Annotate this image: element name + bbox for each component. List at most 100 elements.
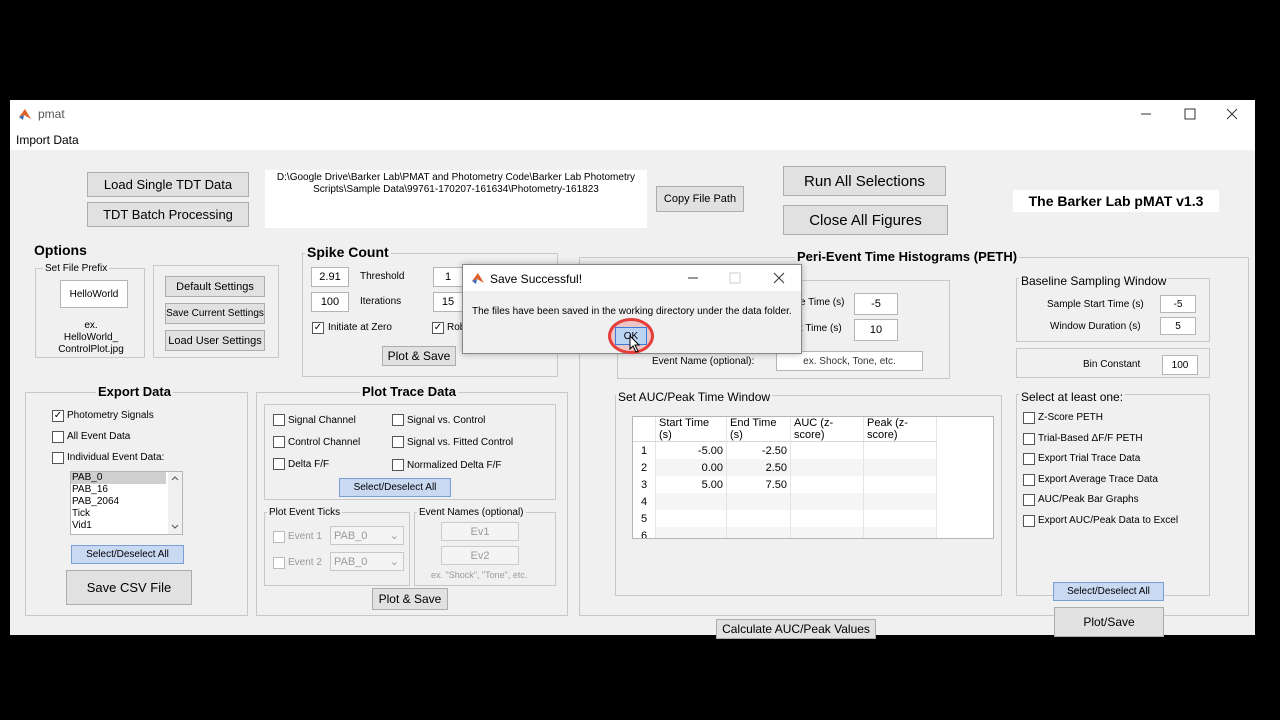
- start-time-cell[interactable]: [655, 527, 727, 538]
- close-icon[interactable]: [1224, 106, 1240, 122]
- peak-cell[interactable]: [863, 459, 937, 476]
- column-header[interactable]: Peak (z-score): [863, 417, 937, 442]
- end-time-cell[interactable]: -2.50: [726, 441, 791, 459]
- maximize-icon[interactable]: [727, 270, 743, 286]
- duration-input[interactable]: 10: [854, 319, 898, 341]
- initiate-zero-checkbox[interactable]: ✓: [312, 322, 324, 334]
- bin-constant-input[interactable]: 100: [1162, 355, 1198, 375]
- start-time-cell[interactable]: [655, 493, 727, 510]
- list-scrollbar[interactable]: [168, 472, 182, 534]
- peth-option-checkbox[interactable]: [1023, 494, 1035, 507]
- table-row[interactable]: 3 5.00 7.50: [633, 476, 937, 493]
- start-time-cell[interactable]: -5.00: [655, 441, 727, 459]
- normalized-delta-checkbox[interactable]: [392, 459, 404, 471]
- rob-checkbox[interactable]: ✓: [432, 322, 444, 334]
- iterations-input[interactable]: 100: [311, 292, 349, 312]
- threshold-second-input[interactable]: 1: [433, 267, 463, 287]
- calculate-auc-button[interactable]: Calculate AUC/Peak Values: [716, 619, 876, 639]
- table-row[interactable]: 4: [633, 493, 937, 510]
- run-all-selections-button[interactable]: Run All Selections: [783, 166, 946, 196]
- event2-checkbox[interactable]: [273, 557, 285, 569]
- end-time-cell[interactable]: 2.50: [726, 459, 791, 476]
- end-time-cell[interactable]: [726, 493, 791, 510]
- peak-cell[interactable]: [863, 527, 937, 538]
- end-time-cell[interactable]: [726, 527, 791, 538]
- auc-cell[interactable]: [790, 441, 864, 459]
- maximize-icon[interactable]: [1182, 106, 1198, 122]
- trace-plot-save-button[interactable]: Plot & Save: [372, 588, 448, 610]
- list-item[interactable]: PAB_0: [71, 472, 166, 484]
- load-user-settings-button[interactable]: Load User Settings: [165, 330, 265, 351]
- start-time-cell[interactable]: 5.00: [655, 476, 727, 493]
- trace-select-all-button[interactable]: Select/Deselect All: [339, 478, 451, 497]
- peth-option-checkbox[interactable]: [1023, 453, 1035, 466]
- list-item[interactable]: PAB_2064: [71, 496, 182, 508]
- delta-ff-checkbox[interactable]: [273, 458, 285, 470]
- close-icon[interactable]: [771, 270, 787, 286]
- peth-option-checkbox[interactable]: [1023, 473, 1035, 486]
- peak-cell[interactable]: [863, 510, 937, 527]
- column-header[interactable]: AUC (z-score): [790, 417, 864, 442]
- column-header[interactable]: End Time (s): [726, 417, 791, 442]
- close-all-figures-button[interactable]: Close All Figures: [783, 205, 948, 235]
- event-name-input[interactable]: ex. Shock, Tone, etc.: [776, 351, 923, 371]
- load-single-tdt-button[interactable]: Load Single TDT Data: [87, 172, 249, 197]
- auc-cell[interactable]: [790, 459, 864, 476]
- default-settings-button[interactable]: Default Settings: [165, 276, 265, 297]
- export-select-all-button[interactable]: Select/Deselect All: [71, 545, 184, 564]
- peth-select-all-button[interactable]: Select/Deselect All: [1053, 582, 1164, 601]
- table-row[interactable]: 5: [633, 510, 937, 527]
- save-csv-button[interactable]: Save CSV File: [66, 570, 192, 605]
- iterations-second-input[interactable]: 15: [433, 292, 463, 312]
- list-item[interactable]: PAB_16: [71, 484, 182, 496]
- signal-channel-checkbox[interactable]: [273, 414, 285, 426]
- individual-event-data-checkbox[interactable]: [52, 452, 64, 464]
- auc-table[interactable]: Start Time (s) End Time (s) AUC (z-score…: [632, 416, 994, 539]
- sample-start-input[interactable]: -5: [1160, 295, 1196, 313]
- copy-file-path-button[interactable]: Copy File Path: [656, 186, 744, 212]
- file-prefix-input[interactable]: HelloWorld: [60, 280, 128, 308]
- save-current-settings-button[interactable]: Save Current Settings: [165, 303, 265, 324]
- peak-cell[interactable]: [863, 493, 937, 510]
- peth-option-checkbox[interactable]: [1023, 515, 1035, 527]
- spike-plot-save-button[interactable]: Plot & Save: [382, 346, 456, 366]
- end-time-cell[interactable]: 7.50: [726, 476, 791, 493]
- table-row[interactable]: 1 -5.00 -2.50: [633, 441, 937, 459]
- photometry-signals-checkbox[interactable]: ✓: [52, 410, 64, 422]
- all-event-data-checkbox[interactable]: [52, 431, 64, 443]
- peth-plot-save-button[interactable]: Plot/Save: [1054, 607, 1164, 637]
- start-time-cell[interactable]: [655, 510, 727, 527]
- peak-cell[interactable]: [863, 441, 937, 459]
- window-duration-input[interactable]: 5: [1160, 317, 1196, 335]
- auc-cell[interactable]: [790, 510, 864, 527]
- menu-import-data[interactable]: Import Data: [16, 133, 79, 147]
- minimize-icon[interactable]: [1138, 106, 1154, 122]
- tdt-batch-button[interactable]: TDT Batch Processing: [87, 202, 249, 227]
- peth-option-checkbox[interactable]: [1023, 412, 1035, 424]
- table-row[interactable]: 2 0.00 2.50: [633, 459, 937, 476]
- file-path-display: D:\Google Drive\Barker Lab\PMAT and Phot…: [265, 170, 647, 228]
- control-channel-checkbox[interactable]: [273, 436, 285, 448]
- event1-checkbox[interactable]: [273, 531, 285, 543]
- peak-cell[interactable]: [863, 476, 937, 493]
- signal-vs-control-checkbox[interactable]: [392, 414, 404, 426]
- minimize-icon[interactable]: [685, 270, 701, 286]
- start-time-cell[interactable]: 0.00: [655, 459, 727, 476]
- event2-select[interactable]: PAB_0 ⌄: [330, 552, 404, 571]
- table-row[interactable]: 6: [633, 527, 937, 538]
- threshold-input[interactable]: 2.91: [311, 267, 349, 287]
- start-time-input[interactable]: -5: [854, 293, 898, 315]
- list-item[interactable]: Tick: [71, 508, 182, 520]
- end-time-cell[interactable]: [726, 510, 791, 527]
- ev1-input[interactable]: Ev1: [441, 522, 519, 541]
- event1-select[interactable]: PAB_0 ⌄: [330, 526, 404, 545]
- ev2-input[interactable]: Ev2: [441, 546, 519, 565]
- auc-cell[interactable]: [790, 493, 864, 510]
- auc-cell[interactable]: [790, 527, 864, 538]
- list-item[interactable]: Vid1: [71, 520, 182, 532]
- auc-cell[interactable]: [790, 476, 864, 493]
- event-listbox[interactable]: PAB_0 PAB_16 PAB_2064 Tick Vid1: [70, 471, 183, 535]
- peth-option-checkbox[interactable]: [1023, 432, 1035, 445]
- column-header[interactable]: Start Time (s): [655, 417, 727, 442]
- signal-vs-fitted-checkbox[interactable]: [392, 436, 404, 448]
